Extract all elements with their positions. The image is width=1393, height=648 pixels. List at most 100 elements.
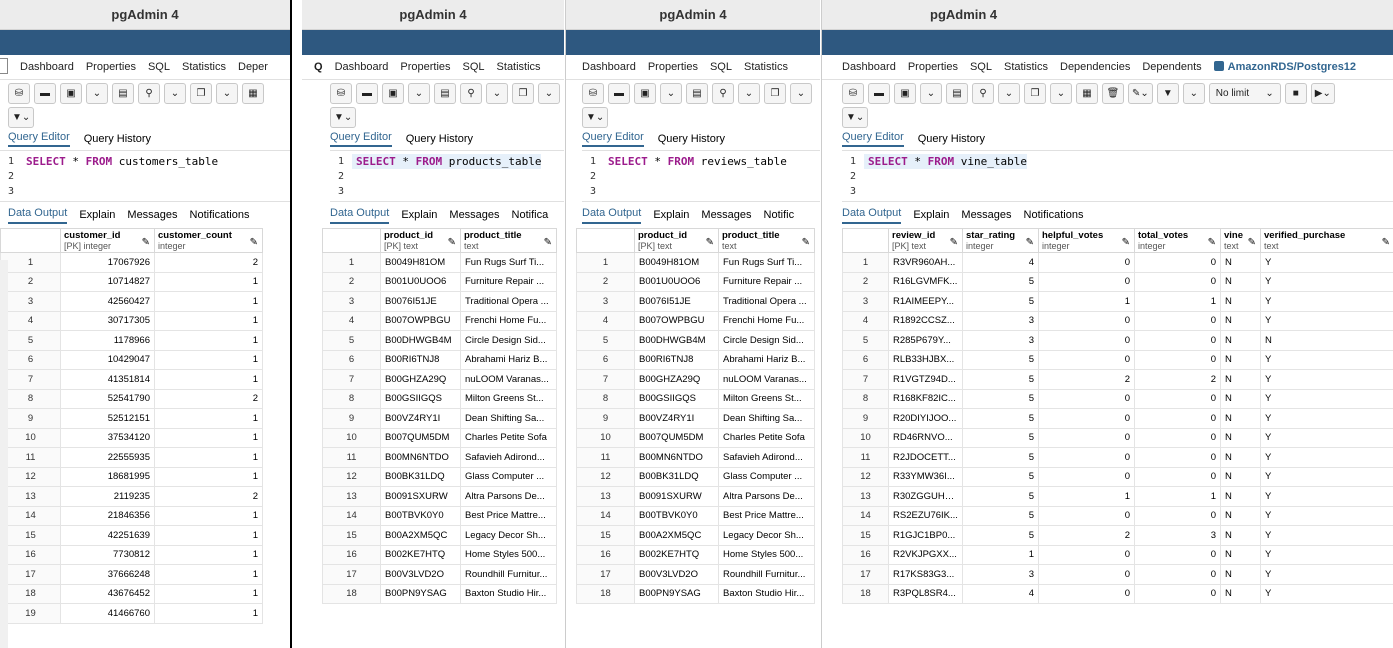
tab-query-editor[interactable]: Query Editor (8, 131, 70, 147)
tab-notifications[interactable]: Notific (764, 209, 795, 221)
table-cell[interactable]: Y (1260, 447, 1393, 468)
table-cell[interactable]: 1 (154, 525, 263, 546)
table-cell[interactable]: Glass Computer ... (460, 466, 557, 487)
table-row[interactable]: 1 B0049H81OM Fun Rugs Surf Ti... (576, 252, 815, 273)
table-cell[interactable]: N (1220, 564, 1261, 585)
table-cell[interactable]: B00TBVK0Y0 (380, 505, 461, 526)
column-header[interactable]: vine text ✎ (1220, 228, 1261, 253)
table-row[interactable]: 5 R285P679Y... 3 0 0 N N (842, 330, 1393, 351)
table-cell[interactable]: 3 (962, 310, 1039, 331)
server-icon[interactable]: ⛁ (8, 82, 30, 104)
find-icon[interactable]: ⚲ (972, 82, 994, 104)
column-header[interactable]: customer_count integer ✎ (154, 228, 263, 253)
chevron-down-icon[interactable]: ⌄ (538, 82, 560, 104)
column-header[interactable]: star_rating integer ✎ (962, 228, 1039, 253)
table-cell[interactable]: Glass Computer ... (718, 466, 815, 487)
table-cell[interactable]: 1 (1038, 291, 1135, 312)
table-cell[interactable]: 1178966 (60, 330, 155, 351)
table-cell[interactable]: B00DHWGB4M (380, 330, 461, 351)
table-cell[interactable]: B00GHZA29Q (380, 369, 461, 390)
table-cell[interactable]: N (1220, 291, 1261, 312)
table-cell[interactable]: Legacy Decor Sh... (718, 525, 815, 546)
table-cell[interactable]: B00VZ4RY1I (380, 408, 461, 429)
tab-dependencies[interactable]: Dependencies (1060, 61, 1130, 73)
table-cell[interactable]: 0 (1134, 447, 1221, 468)
tab-query-connection[interactable]: AmazonRDS/Postgres12 (1213, 61, 1368, 73)
table-row[interactable]: 18 B00PN9YSAG Baxton Studio Hir... (576, 583, 815, 604)
table-row[interactable]: 15 42251639 1 (0, 525, 263, 546)
table-cell[interactable]: 1 (154, 369, 263, 390)
find-icon[interactable]: ⚲ (712, 82, 734, 104)
table-row[interactable]: 8 52541790 2 (0, 388, 263, 409)
table-cell[interactable]: 0 (1038, 447, 1135, 468)
macros-icon[interactable]: ▼⌄ (8, 106, 35, 128)
edit-icon[interactable]: ✎⌄ (1128, 82, 1153, 104)
search-icon[interactable]: Q (314, 61, 323, 73)
table-cell[interactable]: B00V3LVD2O (634, 564, 719, 585)
table-cell[interactable]: Y (1260, 544, 1393, 565)
table-cell[interactable]: Abrahami Hariz B... (718, 349, 815, 370)
table-cell[interactable]: 2 (154, 388, 263, 409)
copy-icon[interactable]: ❐ (512, 82, 534, 104)
table-row[interactable]: 10 B007QUM5DM Charles Petite Sofa (576, 427, 815, 448)
table-cell[interactable]: Traditional Opera ... (460, 291, 557, 312)
table-cell[interactable]: R1GJC1BP0... (888, 525, 963, 546)
table-cell[interactable]: 1 (154, 330, 263, 351)
table-cell[interactable]: B00A2XM5QC (380, 525, 461, 546)
tab-sql[interactable]: SQL (970, 61, 992, 73)
tab-properties[interactable]: Properties (86, 61, 136, 73)
table-row[interactable]: 9 B00VZ4RY1I Dean Shifting Sa... (322, 408, 557, 429)
tab-dependencies[interactable]: Deper (238, 61, 268, 73)
table-cell[interactable]: 18681995 (60, 466, 155, 487)
column-header[interactable]: helpful_votes integer ✎ (1038, 228, 1135, 253)
table-cell[interactable]: 2 (1134, 369, 1221, 390)
table-cell[interactable]: 0 (1134, 466, 1221, 487)
table-cell[interactable]: Frenchi Home Fu... (460, 310, 557, 331)
macros-icon[interactable]: ▼⌄ (330, 106, 357, 128)
table-cell[interactable]: 1 (154, 349, 263, 370)
table-cell[interactable]: RLB33HJBX... (888, 349, 963, 370)
chevron-down-icon[interactable]: ⌄ (738, 82, 760, 104)
table-cell[interactable]: 37666248 (60, 564, 155, 585)
table-cell[interactable]: Circle Design Sid... (460, 330, 557, 351)
table-cell[interactable]: 0 (1038, 583, 1135, 604)
table-cell[interactable]: 1 (154, 447, 263, 468)
column-header[interactable]: product_title text ✎ (460, 228, 557, 253)
server-icon[interactable]: ⛁ (582, 82, 604, 104)
table-cell[interactable]: Furniture Repair ... (718, 271, 815, 292)
tab-statistics[interactable]: Statistics (182, 61, 226, 73)
table-cell[interactable]: N (1220, 330, 1261, 351)
table-cell[interactable]: 10429047 (60, 349, 155, 370)
table-cell[interactable]: Y (1260, 271, 1393, 292)
table-cell[interactable]: Legacy Decor Sh... (460, 525, 557, 546)
table-cell[interactable]: Dean Shifting Sa... (718, 408, 815, 429)
paste-icon[interactable]: ▦ (1076, 82, 1098, 104)
table-cell[interactable]: Charles Petite Sofa (718, 427, 815, 448)
table-cell[interactable]: N (1220, 486, 1261, 507)
table-cell[interactable]: Y (1260, 310, 1393, 331)
table-cell[interactable]: Y (1260, 564, 1393, 585)
table-cell[interactable]: Y (1260, 369, 1393, 390)
sql-editor[interactable]: 1 SELECT * FROM vine_table 2 3 (842, 150, 1393, 202)
table-cell[interactable]: Y (1260, 505, 1393, 526)
table-cell[interactable]: 42560427 (60, 291, 155, 312)
table-cell[interactable]: 2 (154, 486, 263, 507)
open-file-icon[interactable]: ▬ (356, 82, 378, 104)
table-cell[interactable]: nuLOOM Varanas... (460, 369, 557, 390)
table-cell[interactable]: B00GSIIGQS (634, 388, 719, 409)
table-row[interactable]: 1 R3VR960AH... 4 0 0 N Y (842, 252, 1393, 273)
tab-statistics[interactable]: Statistics (1004, 61, 1048, 73)
table-cell[interactable]: B00GSIIGQS (380, 388, 461, 409)
table-row[interactable]: 12 B00BK31LDQ Glass Computer ... (576, 466, 815, 487)
tab-explain[interactable]: Explain (401, 209, 437, 221)
table-cell[interactable]: 22555935 (60, 447, 155, 468)
chevron-down-icon[interactable]: ⌄ (1050, 82, 1072, 104)
table-row[interactable]: 15 B00A2XM5QC Legacy Decor Sh... (322, 525, 557, 546)
table-row[interactable]: 14 21846356 1 (0, 505, 263, 526)
table-cell[interactable]: 10714827 (60, 271, 155, 292)
tab-properties[interactable]: Properties (400, 61, 450, 73)
tab-explain[interactable]: Explain (913, 209, 949, 221)
stop-icon[interactable]: ■ (1284, 82, 1307, 104)
table-cell[interactable]: B002KE7HTQ (380, 544, 461, 565)
tab-notifications[interactable]: Notifica (512, 209, 549, 221)
